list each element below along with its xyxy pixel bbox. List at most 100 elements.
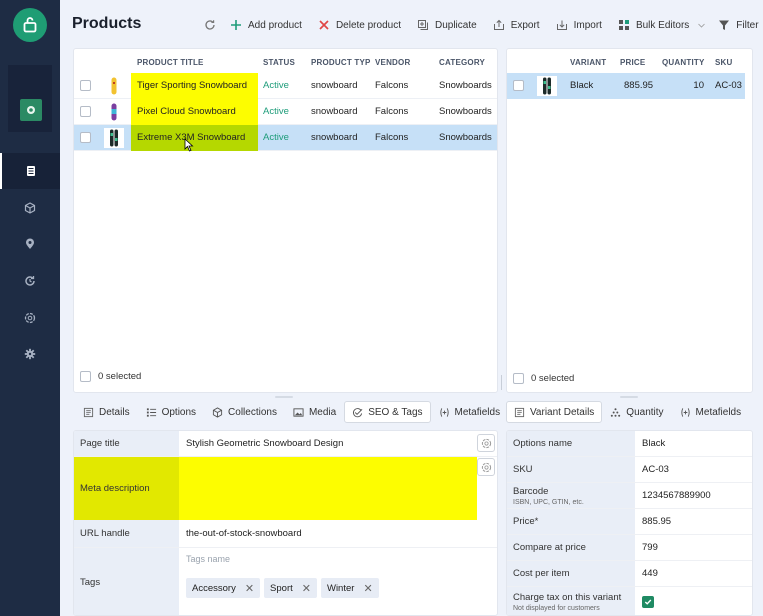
openai-icon	[481, 462, 491, 472]
export-button[interactable]: Export	[493, 19, 540, 31]
remove-tag-icon[interactable]: ✕	[302, 582, 311, 595]
column-header-category[interactable]: CATEGORY	[439, 58, 485, 67]
sidebar-item-inventory[interactable]	[0, 190, 60, 226]
url-handle-row: URL handle the-out-of-stock-snowboard	[74, 520, 497, 548]
column-header-product-title[interactable]: PRODUCT TITLE	[137, 58, 204, 67]
compare-price-row: Compare at price 799	[507, 535, 752, 561]
tags-row: Tags Tags name Accessory ✕ Sport ✕ Winter ✕	[74, 548, 497, 615]
import-button[interactable]: Import	[556, 19, 602, 31]
field-label: Price*	[507, 509, 635, 534]
tab-collections[interactable]: Collections	[204, 401, 285, 423]
app-logo[interactable]	[13, 8, 47, 42]
duplicate-button[interactable]: Duplicate	[417, 19, 477, 31]
sidebar-item-history[interactable]	[0, 263, 60, 299]
sidebar-item-products[interactable]	[0, 153, 60, 189]
field-label: Compare at price	[507, 535, 635, 560]
chevron-down-icon	[698, 23, 706, 28]
bulk-editors-dropdown[interactable]	[697, 21, 706, 30]
column-header-product-type[interactable]: PRODUCT TYP	[311, 58, 371, 67]
delete-product-button[interactable]: Delete product	[318, 19, 401, 31]
variant-row[interactable]: Black 885.95 10 AC-03	[507, 73, 745, 99]
filter-label: Filter	[736, 19, 759, 31]
tab-label: SEO & Tags	[368, 406, 423, 418]
meta-description-row: Meta description	[74, 457, 497, 520]
tag-label: Sport	[270, 582, 293, 594]
product-vendor: Falcons	[375, 80, 409, 91]
column-header-sku[interactable]: SKU	[715, 58, 733, 67]
column-header-variant[interactable]: VARIANT	[570, 58, 606, 67]
tab-quantity[interactable]: Quantity	[602, 401, 671, 423]
horizontal-splitter[interactable]	[275, 396, 293, 398]
cube-icon	[212, 406, 223, 418]
product-type: snowboard	[311, 80, 358, 91]
column-header-quantity[interactable]: QUANTITY	[662, 58, 705, 67]
barcode-input[interactable]: 1234567889900	[642, 483, 711, 508]
tag-chip: Sport ✕	[264, 578, 317, 598]
column-header-price[interactable]: PRICE	[620, 58, 645, 67]
store-button[interactable]	[20, 99, 42, 121]
sidebar-item-locations[interactable]	[0, 226, 60, 262]
import-icon	[556, 20, 567, 30]
quantity-icon	[611, 407, 621, 417]
column-header-status[interactable]: STATUS	[263, 58, 295, 67]
vertical-splitter[interactable]	[501, 375, 502, 390]
bulk-editors-button[interactable]: Bulk Editors	[618, 19, 689, 31]
tag-label: Accessory	[192, 582, 236, 594]
row-checkbox[interactable]	[80, 106, 91, 117]
remove-tag-icon[interactable]: ✕	[363, 582, 372, 595]
table-row[interactable]: Tiger Sporting Snowboard Active snowboar…	[74, 73, 497, 99]
options-name-input[interactable]: Black	[642, 431, 665, 456]
row-checkbox[interactable]	[80, 132, 91, 143]
select-all-checkbox[interactable]	[80, 371, 91, 382]
price-input[interactable]: 885.95	[642, 509, 671, 534]
variants-selection-footer: 0 selected	[513, 373, 574, 384]
compare-price-input[interactable]: 799	[642, 535, 658, 560]
tab-metafields[interactable]: Metafields	[431, 401, 509, 423]
url-handle-input[interactable]: the-out-of-stock-snowboard	[186, 520, 302, 547]
row-checkbox[interactable]	[513, 80, 524, 91]
barcode-row: Barcode ISBN, UPC, GTIN, etc. 1234567889…	[507, 483, 752, 509]
product-title[interactable]: Tiger Sporting Snowboard	[131, 73, 258, 99]
sidebar-item-ai[interactable]	[0, 300, 60, 336]
column-header-vendor[interactable]: VENDOR	[375, 58, 410, 67]
image-icon	[293, 407, 304, 417]
products-table: PRODUCT TITLE STATUS PRODUCT TYP VENDOR …	[73, 48, 498, 393]
tags-list: Accessory ✕ Sport ✕ Winter ✕	[186, 578, 383, 598]
variant-sku: AC-03	[715, 80, 742, 91]
sidebar-item-settings[interactable]	[0, 336, 60, 372]
ai-generate-button[interactable]	[477, 434, 495, 452]
product-title[interactable]: Extreme X3M Snowboard	[131, 125, 258, 151]
horizontal-splitter[interactable]	[620, 396, 638, 398]
export-label: Export	[510, 19, 540, 31]
table-row[interactable]: Extreme X3M Snowboard Active snowboard F…	[74, 125, 497, 151]
field-label: Charge tax on this variant Not displayed…	[507, 587, 635, 615]
tab-options[interactable]: Options	[138, 401, 204, 423]
product-title[interactable]: Pixel Cloud Snowboard	[131, 99, 258, 125]
export-icon	[493, 19, 504, 30]
product-type: snowboard	[311, 132, 358, 143]
table-row[interactable]: Pixel Cloud Snowboard Active snowboard F…	[74, 99, 497, 125]
meta-description-input[interactable]	[179, 457, 477, 520]
cost-per-item-input[interactable]: 449	[642, 561, 658, 586]
options-name-row: Options name Black	[507, 431, 752, 457]
sku-input[interactable]: AC-03	[642, 457, 669, 482]
row-checkbox[interactable]	[80, 80, 91, 91]
gear-icon	[24, 348, 36, 360]
page-title-input[interactable]: Stylish Geometric Snowboard Design	[186, 431, 343, 456]
filter-button[interactable]: Filter	[718, 19, 759, 31]
tab-variant-details[interactable]: Variant Details	[506, 401, 603, 423]
tags-input[interactable]: Tags name	[186, 554, 230, 564]
tab-media[interactable]: Media	[285, 401, 344, 423]
ai-generate-button[interactable]	[477, 458, 495, 476]
add-product-button[interactable]: Add product	[230, 19, 302, 31]
refresh-button[interactable]	[204, 19, 216, 31]
select-all-checkbox[interactable]	[513, 373, 524, 384]
bulk-editors-label: Bulk Editors	[635, 19, 690, 31]
tab-seo-tags[interactable]: SEO & Tags	[344, 401, 431, 423]
tab-variant-metafields[interactable]: Metafields	[672, 401, 750, 423]
import-label: Import	[573, 19, 602, 31]
variant-name[interactable]: Black	[570, 73, 593, 99]
tab-details[interactable]: Details	[75, 401, 138, 423]
charge-tax-checkbox[interactable]	[642, 587, 654, 615]
remove-tag-icon[interactable]: ✕	[245, 582, 254, 595]
